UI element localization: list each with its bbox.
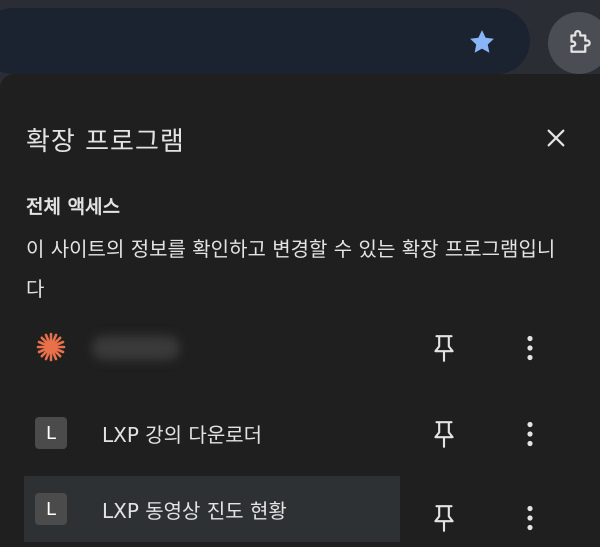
section-description: 이 사이트의 정보를 확인하고 변경할 수 있는 확장 프로그램입니다	[26, 237, 556, 301]
extension-name-blurred	[92, 336, 180, 360]
more-vert-icon	[527, 421, 533, 447]
star-icon	[470, 30, 494, 53]
close-icon	[547, 129, 565, 147]
extensions-button[interactable]	[548, 12, 600, 74]
address-bar[interactable]	[0, 8, 530, 74]
extension-name: LXP 강의 다운로더	[102, 422, 263, 447]
pin-icon	[434, 421, 454, 448]
extensions-panel: 확장 프로그램 전체 액세스 이 사이트의 정보를 확인하고 변경할 수 있는 …	[0, 74, 600, 547]
close-button[interactable]	[534, 118, 578, 158]
starburst-icon	[34, 330, 68, 364]
section-heading: 전체 액세스	[26, 196, 121, 218]
bookmark-star-button[interactable]	[460, 22, 504, 62]
puzzle-icon	[570, 30, 591, 53]
extension-letter-icon: L	[34, 416, 68, 450]
more-options-button[interactable]	[510, 414, 550, 454]
pin-icon	[434, 335, 454, 362]
pin-button[interactable]	[424, 414, 464, 454]
pin-icon	[434, 505, 454, 532]
pin-button[interactable]	[424, 328, 464, 368]
pin-button[interactable]	[424, 498, 464, 538]
more-vert-icon	[527, 335, 533, 361]
more-vert-icon	[527, 505, 533, 531]
extension-name: LXP 동영상 진도 현황	[102, 498, 287, 523]
more-options-button[interactable]	[510, 328, 550, 368]
extension-row[interactable]	[24, 314, 400, 380]
panel-title: 확장 프로그램	[26, 127, 185, 157]
extension-row[interactable]: L LXP 동영상 진도 현황	[24, 476, 400, 542]
extension-row[interactable]: L LXP 강의 다운로더	[24, 400, 400, 466]
more-options-button[interactable]	[510, 498, 550, 538]
extension-letter-icon: L	[34, 492, 68, 526]
